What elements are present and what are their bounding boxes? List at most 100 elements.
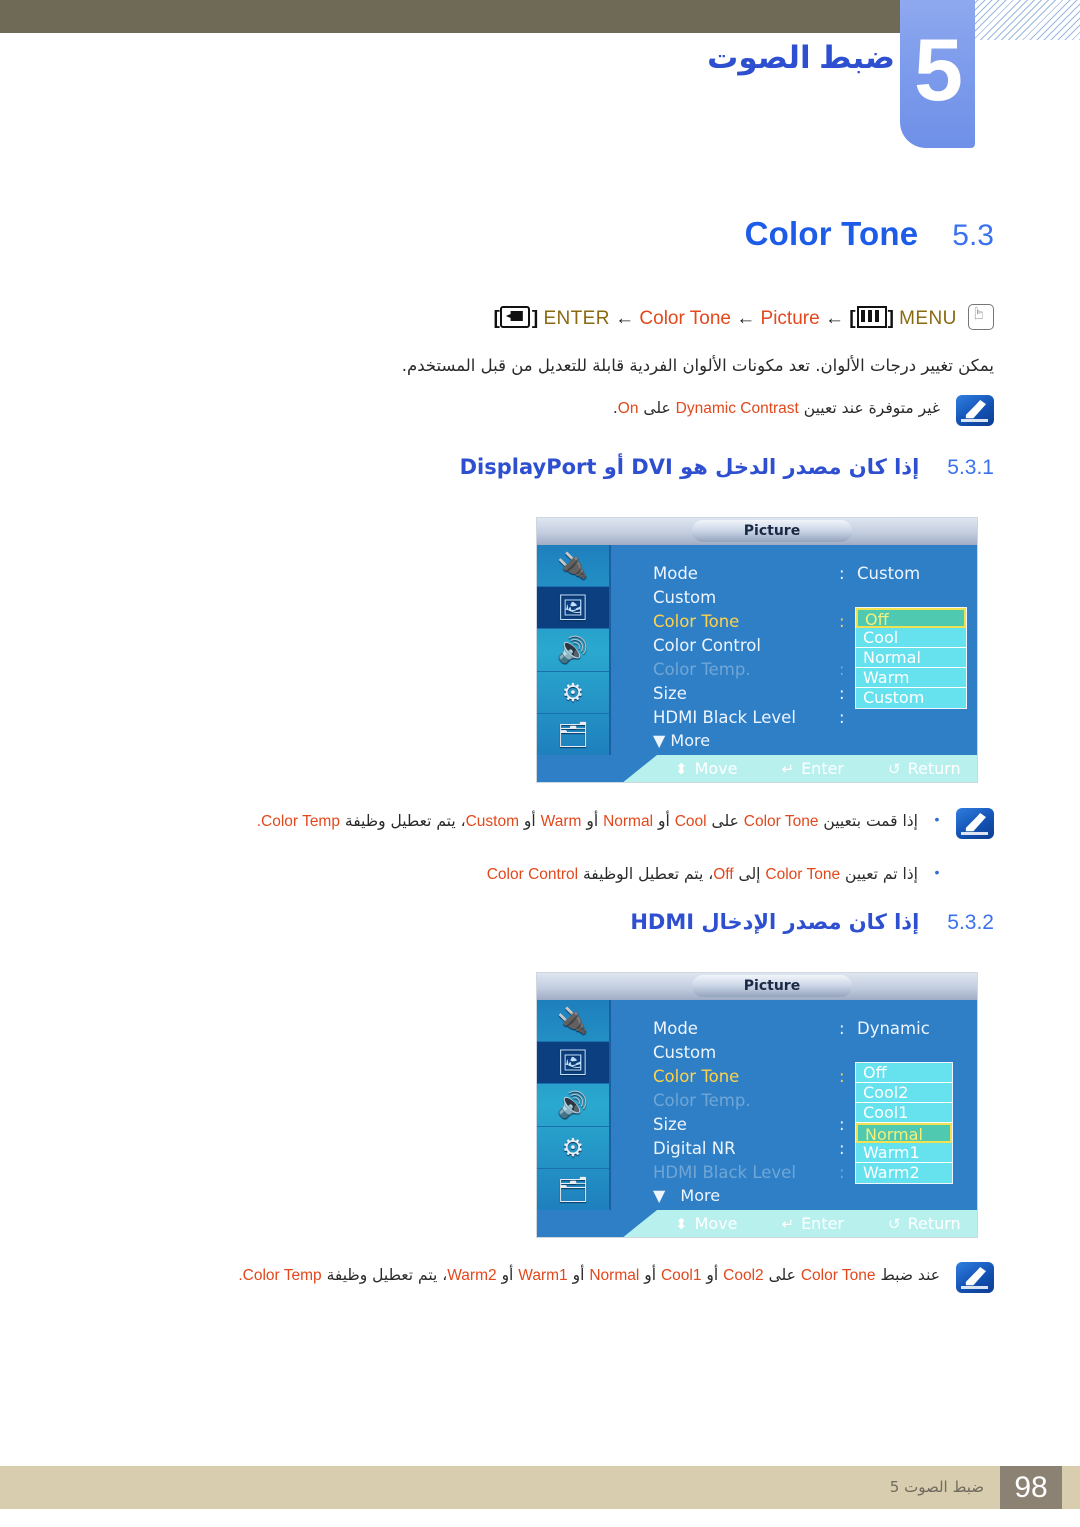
osd1-row-color-tone[interactable]: Color Tone (653, 609, 739, 634)
osd2-title: Picture (692, 975, 852, 997)
enter-key-icon (499, 306, 530, 328)
sidebar-item-multi-control[interactable]: 🗂 (537, 1169, 609, 1211)
input-source-icon: 🔌 (557, 1006, 589, 1036)
osd1-foot-return[interactable]: ↺ Return (888, 755, 961, 782)
osd1-row-hdmi-black-level[interactable]: HDMI Black Level (653, 705, 796, 730)
osd-screenshot-hdmi: Picture 🔌 🖼 🔊 ⚙ 🗂 Mode : Dynamic Custom … (536, 972, 978, 1238)
osd1-row-size[interactable]: Size (653, 681, 687, 706)
b2-p3: ، يتم تعطيل الوظيفة (582, 865, 714, 883)
osd2-more-label: More (680, 1186, 721, 1205)
osd2-row-mode[interactable]: Mode (653, 1016, 698, 1041)
subsection-1-title: إذا كان مصدر الدخل هو DVI أو DisplayPort (459, 455, 920, 479)
osd2-row-hdmi-black-level: HDMI Black Level (653, 1163, 796, 1182)
osd2-row-color-tone[interactable]: Color Tone (653, 1064, 739, 1089)
osd1-row-color-control[interactable]: Color Control (653, 633, 761, 658)
osd1-row-color-temp: Color Temp. (653, 660, 751, 679)
osd2-row-digital-nr[interactable]: Digital NR (653, 1136, 736, 1161)
osd1-dd-custom[interactable]: Custom (856, 688, 966, 708)
osd2-dd-cool1[interactable]: Cool1 (856, 1103, 952, 1123)
osd2-footer-notch (537, 1210, 657, 1237)
osd1-dd-cool[interactable]: Cool (856, 628, 966, 648)
sidebar-item-sound[interactable]: 🔊 (537, 629, 609, 672)
osd2-foot-move[interactable]: ⬍ Move (675, 1210, 737, 1237)
b1-t3: Normal (603, 813, 654, 830)
picture-icon: 🖼 (557, 1048, 589, 1078)
bullet-2-dot: • (934, 864, 940, 880)
osd2-color-tone-dropdown[interactable]: Off Cool2 Cool1 Normal Warm1 Warm2 (855, 1062, 953, 1184)
b1-p2: على (711, 812, 739, 830)
osd1-row-custom[interactable]: Custom (653, 585, 716, 610)
osd1-foot-return-label: Return (907, 759, 961, 778)
osd1-titlebar: Picture (537, 518, 977, 545)
osd1-row-mode[interactable]: Mode (653, 561, 698, 586)
osd1-dd-normal[interactable]: Normal (856, 648, 966, 668)
osd1-color-tone-dropdown[interactable]: Off Cool Normal Warm Custom (855, 607, 967, 709)
osd-screenshot-dvi: Picture 🔌 🖼 🔊 ⚙ 🗂 Mode : Custom Custom C… (536, 517, 978, 783)
note-pen-icon (956, 1262, 994, 1293)
osd1-foot-move[interactable]: ⬍ Move (675, 755, 737, 782)
bn-t2: Cool2 (723, 1267, 764, 1284)
osd2-dd-cool2[interactable]: Cool2 (856, 1083, 952, 1103)
osd1-more-row[interactable]: ▼ More (653, 731, 710, 750)
sidebar-item-input-source[interactable]: 🔌 (537, 1000, 609, 1043)
sidebar-item-setup[interactable]: ⚙ (537, 672, 609, 714)
osd2-row-custom[interactable]: Custom (653, 1040, 716, 1065)
osd1-foot-move-label: Move (694, 759, 738, 778)
bn-t7: Color Temp. (238, 1267, 322, 1284)
b2-p2: إلى (738, 865, 761, 883)
sidebar-item-setup[interactable]: ⚙ (537, 1127, 609, 1169)
chapter-title: ضبط الصوت (707, 40, 895, 75)
return-icon: ↺ (888, 760, 901, 778)
b1-p4: أو (586, 812, 599, 830)
diagonal-hatch-decoration (975, 0, 1080, 40)
setup-gear-icon: ⚙ (561, 1132, 585, 1162)
intro-note-text: غير متوفرة عند تعيين Dynamic Contrast عل… (234, 395, 940, 422)
osd2-colon-hdmi-black-level: : (839, 1163, 845, 1182)
osd1-footer-notch (537, 755, 657, 782)
enter-icon: ↵ (781, 1215, 795, 1233)
osd2-dd-warm1[interactable]: Warm1 (856, 1143, 952, 1163)
intro-paragraph: يمكن تغيير درجات الألوان. تعد مكونات الأ… (401, 356, 994, 375)
sidebar-item-picture[interactable]: 🖼 (537, 587, 609, 630)
path-arrow-2: ← (736, 308, 756, 329)
osd2-foot-enter[interactable]: ↵ Enter (781, 1210, 844, 1237)
osd2-foot-return-label: Return (907, 1214, 961, 1233)
path-item-picture: Picture (760, 308, 820, 329)
bn-p1: عند ضبط (880, 1266, 940, 1284)
subsection-1-number: 5.3.1 (947, 456, 994, 479)
osd2-titlebar: Picture (537, 973, 977, 1000)
bottom-note: عند ضبط Color Tone على Cool2 أو Cool1 أو… (164, 1262, 994, 1293)
osd2-row-size[interactable]: Size (653, 1112, 687, 1137)
sidebar-item-picture[interactable]: 🖼 (537, 1042, 609, 1085)
osd1-more-label: More (670, 731, 711, 750)
enter-label: ENTER (543, 308, 610, 329)
sidebar-item-input-source[interactable]: 🔌 (537, 545, 609, 588)
osd1-colon-color-temp: : (839, 660, 845, 679)
osd1-colon-color-tone: : (839, 612, 845, 631)
osd1-foot-enter[interactable]: ↵ Enter (781, 755, 844, 782)
osd2-dd-off[interactable]: Off (856, 1063, 952, 1083)
bn-t3: Cool1 (660, 1267, 702, 1284)
osd1-footer: ⬍ Move ↵ Enter ↺ Return (537, 755, 977, 782)
osd2-colon-mode: : (839, 1019, 845, 1038)
osd2-foot-move-label: Move (694, 1214, 738, 1233)
sidebar-item-multi-control[interactable]: 🗂 (537, 714, 609, 756)
osd1-dd-off[interactable]: Off (856, 608, 966, 629)
osd2-dd-warm2[interactable]: Warm2 (856, 1163, 952, 1183)
osd2-foot-return[interactable]: ↺ Return (888, 1210, 961, 1237)
bn-p7: ، يتم تعطيل وظيفة (326, 1266, 448, 1284)
section-number: 5.3 (952, 219, 994, 252)
subsection-2-title: إذا كان مصدر الإدخال HDMI (630, 910, 920, 934)
osd1-dd-warm[interactable]: Warm (856, 668, 966, 688)
sidebar-item-sound[interactable]: 🔊 (537, 1084, 609, 1127)
intro-note-prefix: غير متوفرة عند تعيين (803, 399, 940, 417)
osd2-value-mode: Dynamic (857, 1019, 930, 1038)
bullet-item-1: • إذا قمت بتعيين Color Tone على Cool أو … (194, 808, 994, 839)
path-arrow-1: ← (615, 308, 635, 329)
osd2-dd-normal[interactable]: Normal (856, 1123, 952, 1144)
osd2-more-row[interactable]: ▼ More (653, 1186, 720, 1205)
multi-control-icon: 🗂 (557, 1174, 589, 1204)
b1-t2: Cool (674, 813, 707, 830)
top-color-band (0, 0, 900, 33)
osd1-title: Picture (692, 520, 852, 542)
